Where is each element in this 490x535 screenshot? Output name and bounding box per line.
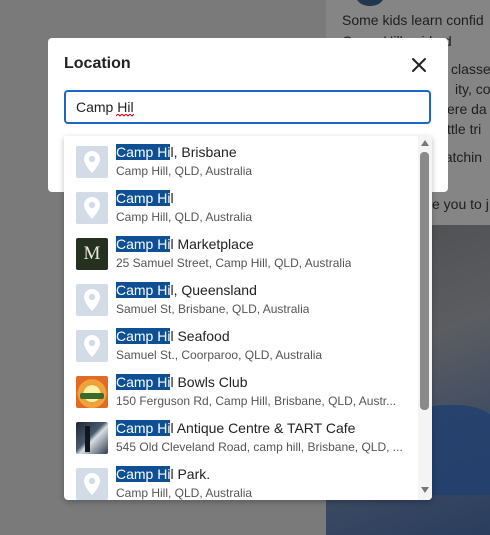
background-text-line: Some kids learn confid [342, 12, 484, 28]
suggestion-name: Camp Hil Bowls Club [116, 374, 248, 390]
suggestion-address: Camp Hill, QLD, Australia [116, 210, 253, 224]
background-text-line: ity, coo [455, 81, 490, 97]
background-text-line: ttle tri [447, 121, 482, 137]
suggestion-item[interactable]: Camp Hil Seafood Samuel St., Coorparoo, … [64, 320, 416, 366]
suggestion-name: Camp Hil Marketplace [116, 236, 254, 252]
scroll-up-arrow-icon[interactable] [421, 140, 429, 146]
marketplace-logo: M [76, 238, 108, 270]
suggestion-name: Camp Hil Seafood [116, 328, 230, 344]
background-text-line: ere da [447, 101, 487, 117]
scrollbar-thumb[interactable] [420, 152, 429, 410]
suggestion-item[interactable]: M Camp Hil Marketplace 25 Samuel Street,… [64, 228, 416, 274]
suggestion-address: Samuel St., Coorparoo, QLD, Australia [116, 348, 323, 362]
suggestion-item[interactable]: Camp Hil Antique Centre & TART Cafe 545 … [64, 412, 416, 458]
map-pin-icon [76, 330, 108, 362]
close-icon[interactable] [410, 56, 428, 74]
suggestion-item[interactable]: Camp Hil, Brisbane Camp Hill, QLD, Austr… [64, 136, 416, 182]
map-pin-icon [76, 468, 108, 500]
background-text-line: classe [451, 61, 490, 77]
bowls-club-logo [76, 376, 108, 408]
location-search-input[interactable] [64, 90, 431, 124]
suggestion-item[interactable]: Camp Hil Park. Camp Hill, QLD, Australia [64, 458, 416, 500]
suggestion-item[interactable]: Camp Hil Bowls Club 150 Ferguson Rd, Cam… [64, 366, 416, 412]
map-pin-icon [76, 284, 108, 316]
cafe-photo [76, 422, 108, 454]
suggestion-address: 545 Old Cleveland Road, camp hill, Brisb… [116, 440, 403, 454]
location-suggestions-list: Camp Hil, Brisbane Camp Hill, QLD, Austr… [64, 136, 432, 500]
suggestion-name: Camp Hil Antique Centre & TART Cafe [116, 420, 356, 436]
suggestion-name: Camp Hil [116, 190, 174, 206]
suggestion-address: Camp Hill, QLD, Australia [116, 164, 253, 178]
suggestion-name: Camp Hil, Queensland [116, 282, 257, 298]
suggestion-item[interactable]: Camp Hil, Queensland Samuel St, Brisbane… [64, 274, 416, 320]
suggestion-name: Camp Hil, Brisbane [116, 144, 237, 160]
spellcheck-underline [116, 114, 134, 117]
suggestion-item[interactable]: Camp Hil Camp Hill, QLD, Australia [64, 182, 416, 228]
background-text-line: e you to j [432, 196, 489, 212]
suggestion-address: Samuel St, Brisbane, QLD, Australia [116, 302, 310, 316]
map-pin-icon [76, 146, 108, 178]
scroll-down-arrow-icon[interactable] [421, 487, 429, 493]
suggestion-address: Camp Hill, QLD, Australia [116, 486, 253, 500]
suggestion-name: Camp Hil Park. [116, 466, 211, 482]
map-pin-icon [76, 192, 108, 224]
suggestion-address: 150 Ferguson Rd, Camp Hill, Brisbane, QL… [116, 394, 397, 408]
dialog-title: Location [64, 55, 131, 72]
suggestion-address: 25 Samuel Street, Camp Hill, QLD, Austra… [116, 256, 352, 270]
